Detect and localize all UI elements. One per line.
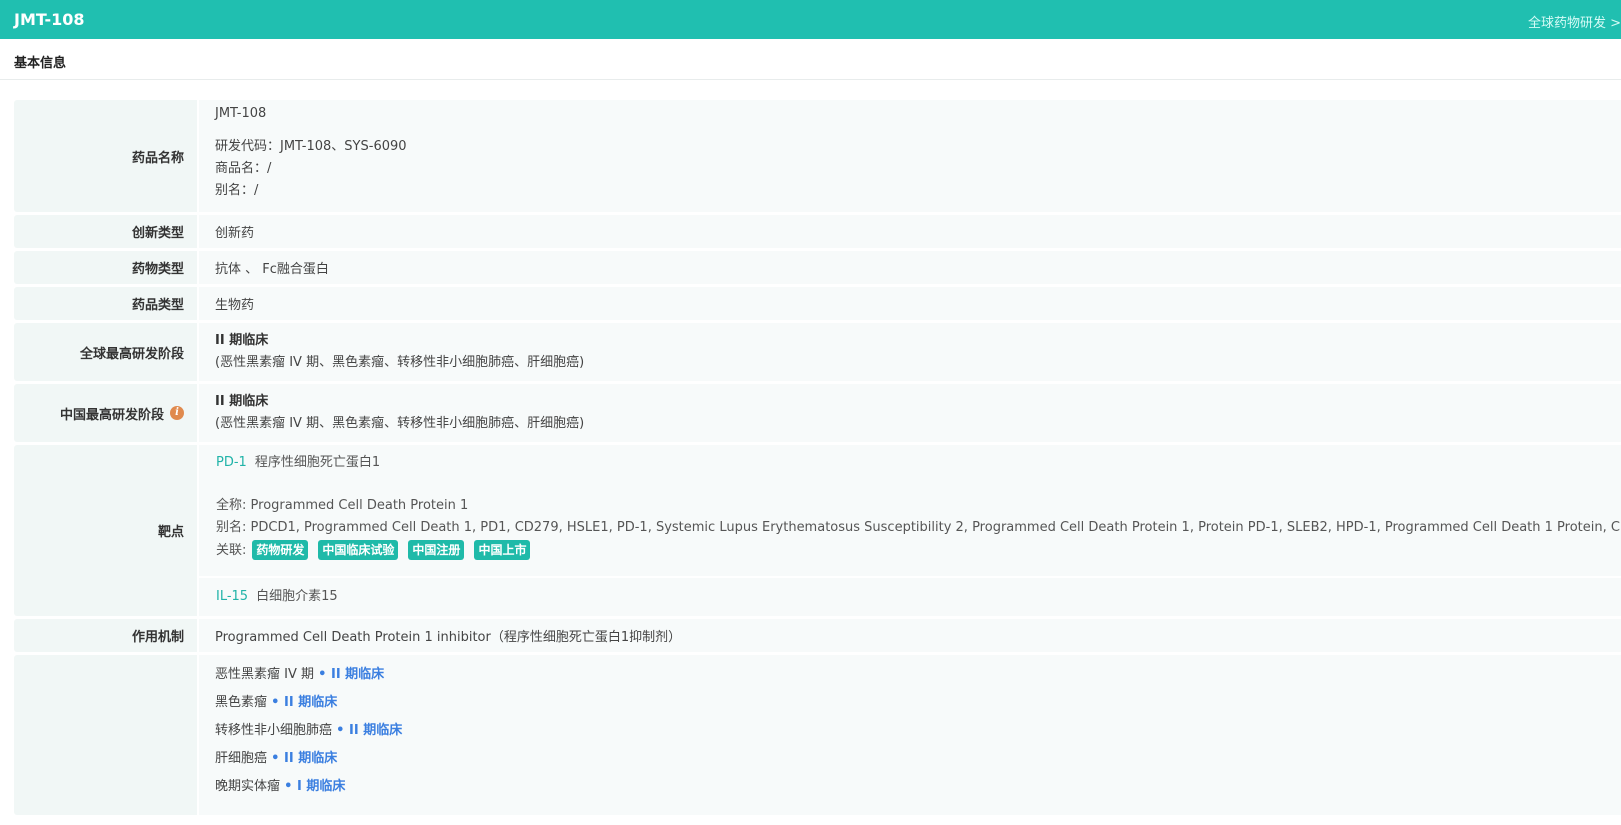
indication-name: 肝细胞癌: [215, 751, 268, 766]
tag-china-clinical-trial[interactable]: 中国临床试验: [318, 540, 399, 560]
drug-name: JMT-108: [215, 106, 267, 121]
tag-china-registration[interactable]: 中国注册: [408, 540, 465, 560]
indication-stage[interactable]: • II 期临床: [318, 667, 384, 682]
china-stage-indications: (恶性黑素瘤 IV 期、黑色素瘤、转移性非小细胞肺癌、肝细胞癌): [215, 416, 585, 431]
drug-code: 研发代码：JMT-108、SYS-6090: [215, 139, 407, 154]
value-indications: 恶性黑素瘤 IV 期 • II 期临床 黑色素瘤 • II 期临床 转移性非小细…: [199, 655, 1621, 815]
indication-stage[interactable]: • I 期临床: [284, 779, 345, 794]
china-stage-phase: II 期临床: [215, 394, 269, 409]
target-pd1-fullname: 全称: Programmed Cell Death Protein 1: [216, 495, 1621, 517]
label-mechanism: 作用机制: [14, 619, 197, 652]
target-pd1-name: 程序性细胞死亡蛋白1: [254, 455, 381, 470]
basic-info-table: 药品名称 JMT-108 研发代码：JMT-108、SYS-6090 商品名：/…: [14, 100, 1621, 818]
indication-item: 转移性非小细胞肺癌 • II 期临床: [215, 717, 1621, 745]
value-drug-name: JMT-108 研发代码：JMT-108、SYS-6090 商品名：/ 别名：/: [199, 100, 1621, 212]
section-header: 基本信息: [0, 39, 1621, 80]
row-innovation-type: 创新类型 创新药: [14, 215, 1621, 248]
target-il15-header: IL-15 白细胞介素15: [216, 586, 1621, 608]
target-pd1: PD-1 程序性细胞死亡蛋白1 全称: Programmed Cell Death…: [199, 445, 1621, 576]
alias-value: PDCD1, Programmed Cell Death 1, PD1, CD2…: [250, 520, 1621, 535]
row-indications: 恶性黑素瘤 IV 期 • II 期临床 黑色素瘤 • II 期临床 转移性非小细…: [14, 655, 1621, 815]
info-icon[interactable]: i: [170, 406, 184, 420]
label-product-type: 药品类型: [14, 287, 197, 320]
value-target: PD-1 程序性细胞死亡蛋白1 全称: Programmed Cell Death…: [199, 445, 1621, 616]
indication-stage[interactable]: • II 期临床: [271, 695, 337, 710]
target-il15-code[interactable]: IL-15: [216, 589, 248, 604]
page-title: JMT-108: [14, 10, 85, 29]
related-label: 关联:: [216, 543, 247, 558]
indication-stage[interactable]: • II 期临床: [271, 751, 337, 766]
drug-alias: 别名：/: [215, 183, 259, 198]
global-stage-phase: II 期临床: [215, 333, 269, 348]
tag-china-market[interactable]: 中国上市: [474, 540, 531, 560]
row-mechanism: 作用机制 Programmed Cell Death Protein 1 inh…: [14, 619, 1621, 652]
label-target: 靶点: [14, 445, 197, 616]
row-product-type: 药品类型 生物药: [14, 287, 1621, 320]
section-title: 基本信息: [14, 56, 67, 71]
value-mechanism: Programmed Cell Death Protein 1 inhibito…: [199, 619, 1621, 652]
fullname-label: 全称:: [216, 498, 247, 513]
target-pd1-code[interactable]: PD-1: [216, 455, 247, 470]
target-pd1-header: PD-1 程序性细胞死亡蛋白1: [216, 452, 1621, 474]
row-china-stage: 中国最高研发阶段 i II 期临床 (恶性黑素瘤 IV 期、黑色素瘤、转移性非小…: [14, 384, 1621, 442]
tag-drug-research[interactable]: 药物研发: [252, 540, 309, 560]
global-stage-indications: (恶性黑素瘤 IV 期、黑色素瘤、转移性非小细胞肺癌、肝细胞癌): [215, 355, 585, 370]
label-drug-name: 药品名称: [14, 100, 197, 212]
target-pd1-related: 关联: 药物研发 中国临床试验 中国注册 中国上市: [216, 540, 1621, 562]
drug-brand: 商品名：/: [215, 161, 272, 176]
row-drug-name: 药品名称 JMT-108 研发代码：JMT-108、SYS-6090 商品名：/…: [14, 100, 1621, 212]
value-innovation-type: 创新药: [199, 215, 1621, 248]
label-china-stage-text: 中国最高研发阶段: [59, 407, 164, 423]
target-il15-name: 白细胞介素15: [256, 589, 338, 604]
indication-name: 恶性黑素瘤 IV 期: [215, 667, 314, 682]
value-global-stage: II 期临床 (恶性黑素瘤 IV 期、黑色素瘤、转移性非小细胞肺癌、肝细胞癌): [199, 323, 1621, 381]
indication-item: 恶性黑素瘤 IV 期 • II 期临床: [215, 661, 1621, 689]
row-drug-class: 药物类型 抗体 、 Fc融合蛋白: [14, 251, 1621, 284]
label-global-stage: 全球最高研发阶段: [14, 323, 197, 381]
label-drug-class: 药物类型: [14, 251, 197, 284]
row-global-stage: 全球最高研发阶段 II 期临床 (恶性黑素瘤 IV 期、黑色素瘤、转移性非小细胞…: [14, 323, 1621, 381]
indication-name: 黑色素瘤: [215, 695, 268, 710]
global-research-link[interactable]: 全球药物研发 >: [1528, 12, 1621, 31]
label-indications: [14, 655, 197, 815]
value-china-stage: II 期临床 (恶性黑素瘤 IV 期、黑色素瘤、转移性非小细胞肺癌、肝细胞癌): [199, 384, 1621, 442]
label-innovation-type: 创新类型: [14, 215, 197, 248]
alias-label: 别名:: [216, 520, 247, 535]
value-product-type: 生物药: [199, 287, 1621, 320]
indication-item: 肝细胞癌 • II 期临床: [215, 745, 1621, 773]
row-target: 靶点 PD-1 程序性细胞死亡蛋白1 全称: Programmed Cell De…: [14, 445, 1621, 616]
target-pd1-alias: 别名: PDCD1, Programmed Cell Death 1, PD1,…: [216, 517, 1621, 539]
fullname-value: Programmed Cell Death Protein 1: [250, 498, 469, 513]
target-il15: IL-15 白细胞介素15: [199, 578, 1621, 616]
indication-stage[interactable]: • II 期临床: [336, 723, 402, 738]
indication-name: 转移性非小细胞肺癌: [215, 723, 333, 738]
label-china-stage: 中国最高研发阶段 i: [14, 384, 197, 442]
indication-item: 晚期实体瘤 • I 期临床: [215, 773, 1621, 801]
indication-item: 黑色素瘤 • II 期临床: [215, 689, 1621, 717]
value-drug-class: 抗体 、 Fc融合蛋白: [199, 251, 1621, 284]
header-bar: JMT-108 全球药物研发 >: [0, 0, 1621, 39]
indication-name: 晚期实体瘤: [215, 779, 281, 794]
